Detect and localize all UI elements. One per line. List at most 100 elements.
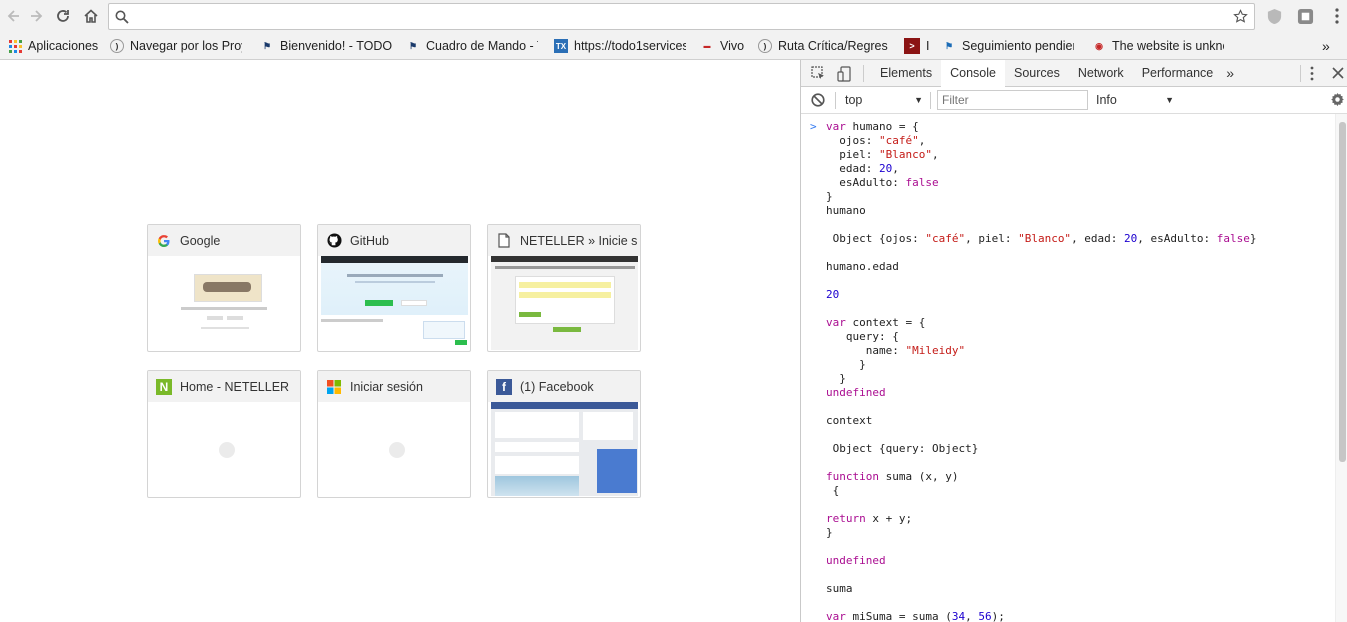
page-icon: ) [110, 39, 124, 53]
tile-thumbnail [491, 256, 638, 350]
document-icon [496, 233, 512, 249]
bookmark-label: Seguimiento pendien [962, 39, 1074, 53]
tile-title: GitHub [350, 233, 389, 248]
console-line: { [826, 484, 840, 497]
bookmark-item[interactable]: > I [898, 34, 936, 58]
console-line: Object {ojos: "café", piel: "Blanco", ed… [826, 232, 1257, 245]
most-visited-tile[interactable]: NETELLER » Inicie s [487, 224, 641, 352]
page-icon: ) [758, 39, 772, 53]
todo1-icon: ⚑ [408, 40, 418, 51]
context-value: top [845, 93, 863, 107]
console-line: Object {query: Object} [826, 442, 979, 455]
console-line: esAdulto: false [826, 176, 939, 189]
extension-box-icon[interactable] [1296, 7, 1314, 25]
bookmark-item[interactable]: Aplicaciones [2, 34, 104, 58]
tile-thumbnail [151, 402, 298, 496]
bookmark-item[interactable]: ) Navegar por los Proy [104, 34, 254, 58]
bookmark-label: Cuadro de Mando - T [426, 39, 538, 53]
most-visited-tile[interactable]: N Home - NETELLER [147, 370, 301, 498]
browser-menu-icon[interactable] [1328, 7, 1346, 25]
bookmark-item[interactable]: TX https://todo1services [548, 34, 694, 58]
reload-button[interactable] [49, 2, 77, 30]
address-bar[interactable] [108, 3, 1255, 30]
toolbar-divider [863, 65, 864, 82]
console-line: } [826, 526, 833, 539]
console-line: name: "Mileidy" [826, 344, 966, 357]
forward-button[interactable] [22, 2, 50, 30]
address-input[interactable] [135, 5, 1233, 28]
tile-title: Home - NETELLER [180, 379, 290, 394]
most-visited-tile[interactable]: f (1) Facebook [487, 370, 641, 498]
level-value: Info [1096, 93, 1117, 107]
tile-thumbnail [151, 256, 298, 350]
most-visited-tile[interactable]: Google [147, 224, 301, 352]
new-tab-page: Google GitHub NETELLER » Inicie s N Home… [0, 60, 800, 622]
bookmark-label: Aplicaciones [28, 39, 98, 53]
tab-elements[interactable]: Elements [871, 60, 941, 87]
console-settings-icon[interactable] [1330, 92, 1345, 110]
scrollbar-thumb[interactable] [1339, 122, 1346, 462]
bookmark-item[interactable]: ▬ Vivo [694, 34, 752, 58]
console-log: var humano = { ojos: "café", piel: "Blan… [826, 120, 1335, 622]
console-line: query: { [826, 330, 899, 343]
bookmark-label: Ruta Crítica/Regresió [778, 39, 888, 53]
devtools-menu-icon[interactable] [1310, 66, 1314, 84]
bookmark-label: https://todo1services [574, 39, 686, 53]
tile-thumbnail [491, 402, 638, 496]
tab-sources[interactable]: Sources [1005, 60, 1069, 87]
tile-header: f (1) Facebook [488, 371, 640, 402]
close-devtools-icon[interactable] [1332, 67, 1344, 82]
bookmark-item[interactable]: ⚑ Bienvenido! - TODO1 [254, 34, 400, 58]
facebook-icon: f [496, 378, 512, 395]
home-button[interactable] [77, 2, 105, 30]
loading-dot [389, 442, 405, 458]
most-visited-tile[interactable]: Iniciar sesión [317, 370, 471, 498]
console-line: undefined [826, 554, 886, 567]
bookmark-item[interactable]: ◉ The website is unkno [1086, 34, 1236, 58]
tile-header: GitHub [318, 225, 470, 256]
more-bookmarks-button[interactable]: » [1316, 34, 1336, 58]
tile-header: Google [148, 225, 300, 256]
tab-performance[interactable]: Performance [1133, 60, 1223, 87]
dropdown-arrow-icon: ▼ [1165, 95, 1174, 105]
tile-title: Iniciar sesión [350, 379, 423, 394]
tab-network[interactable]: Network [1069, 60, 1133, 87]
log-level-select[interactable]: Info ▼ [1096, 91, 1174, 109]
tab-console[interactable]: Console [941, 60, 1005, 87]
bookmark-star-icon[interactable] [1233, 9, 1248, 24]
console-line: } [826, 372, 846, 385]
back-arrow-icon [7, 10, 19, 22]
bookmark-label: The website is unkno [1112, 39, 1224, 53]
console-line: return x + y; [826, 512, 913, 525]
dropdown-arrow-icon: ▼ [914, 95, 923, 105]
console-line: var miSuma = suma (34, 56); [826, 610, 1005, 622]
inspect-element-icon[interactable] [811, 66, 827, 82]
microsoft-icon [326, 379, 342, 395]
console-line: var humano = { [826, 120, 919, 133]
console-line: ojos: "café", [826, 134, 926, 147]
most-visited-tile[interactable]: GitHub [317, 224, 471, 352]
console-line: 20 [826, 288, 840, 301]
console-scrollbar[interactable] [1335, 114, 1347, 622]
tile-header: NETELLER » Inicie s [488, 225, 640, 256]
console-filter-input[interactable] [937, 90, 1088, 110]
loading-dot [219, 442, 235, 458]
console-output[interactable]: var humano = { ojos: "café", piel: "Blan… [801, 114, 1335, 622]
reload-icon [57, 10, 69, 22]
github-icon [326, 233, 342, 249]
extension-shield-icon[interactable] [1265, 7, 1283, 25]
execution-context-select[interactable]: top ▼ [845, 91, 923, 109]
console-line: } [826, 358, 866, 371]
bookmark-item[interactable]: ) Ruta Crítica/Regresió [752, 34, 898, 58]
clear-console-icon[interactable] [811, 93, 825, 110]
bookmark-item[interactable]: ⚑ Seguimiento pendien [936, 34, 1086, 58]
bookmark-item[interactable]: ⚑ Cuadro de Mando - T [400, 34, 548, 58]
tile-title: Google [180, 233, 221, 248]
search-icon [115, 10, 129, 24]
device-toolbar-icon[interactable] [837, 66, 853, 82]
forward-arrow-icon [31, 10, 43, 22]
more-tabs-button[interactable]: » [1222, 60, 1238, 87]
console-line: edad: 20, [826, 162, 899, 175]
devtools-tab-bar: Elements Console Sources Network Perform… [801, 60, 1347, 87]
bookmark-label: Bienvenido! - TODO1 [280, 39, 392, 53]
